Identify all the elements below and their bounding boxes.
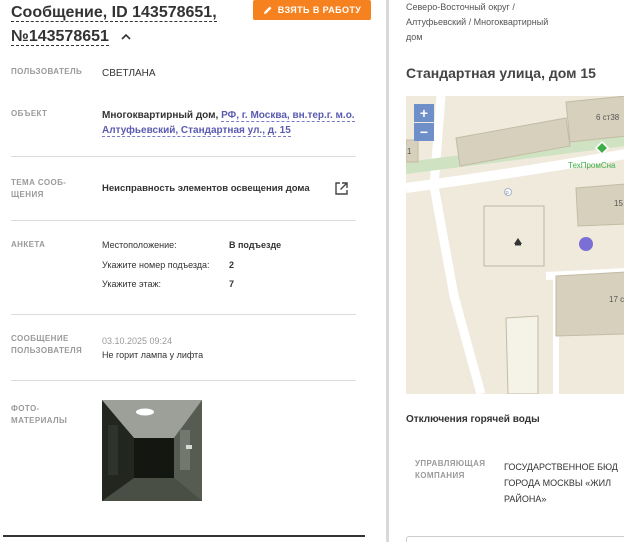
divider: [11, 220, 356, 221]
zoom-in-icon[interactable]: +: [414, 104, 434, 122]
survey-value-entrance: 2: [229, 260, 235, 270]
map[interactable]: 6 ст38 ТехПромСна 15 17 с 1 Р + −: [406, 96, 624, 394]
topic-value: Неисправность элементов освещения дома: [102, 183, 310, 194]
zoom-out-icon[interactable]: −: [414, 123, 434, 141]
survey-value-location: В подъезде: [229, 240, 282, 250]
message-panel: Сообщение, ID 143578651, №143578651 ВЗЯТ…: [0, 0, 386, 542]
divider: [11, 380, 356, 381]
address-title: Стандартная улица, дом 15: [406, 65, 596, 81]
map-marker-icon[interactable]: [579, 237, 593, 251]
survey-key-location: Местоположение:: [102, 240, 177, 250]
topic-label: ТЕМА СООБ- ЩЕНИЯ: [11, 177, 66, 201]
hot-water-title: Отключения горячей воды: [406, 414, 540, 425]
title-line-1[interactable]: Сообщение, ID 143578651,: [11, 4, 217, 22]
take-to-work-label: ВЗЯТЬ В РАБОТУ: [277, 5, 362, 15]
breadcrumb-line-1[interactable]: Северо-Восточный округ /: [406, 0, 606, 15]
external-link-icon[interactable]: [334, 181, 349, 196]
map-label-1: 1: [407, 147, 412, 156]
object-value: Многоквартирный дом, РФ, г. Москва, вн.т…: [102, 108, 362, 138]
management-company-value-line-1: ГОСУДАРСТВЕННОЕ БЮД: [504, 462, 618, 472]
divider: [11, 314, 356, 315]
management-company-label-line-2: КОМПАНИЯ: [415, 471, 465, 480]
topic-label-line-2: ЩЕНИЯ: [11, 190, 44, 199]
divider: [11, 156, 356, 157]
breadcrumb-line-2[interactable]: Алтуфьевский / Многоквартирный: [406, 15, 606, 30]
title-line-2[interactable]: №143578651: [11, 28, 109, 46]
photos-label: ФОТО- МАТЕРИАЛЫ: [11, 403, 67, 427]
survey-key-floor: Укажите этаж:: [102, 279, 161, 289]
user-value: СВЕТЛАНА: [102, 68, 156, 79]
corridor-photo: [102, 400, 202, 501]
user-message-label-line-1: СООБЩЕНИЕ: [11, 334, 69, 343]
management-company-value-line-3: РАЙОНА»: [504, 494, 547, 504]
map-label-17: 17 с: [609, 295, 624, 304]
management-company-label-line-1: УПРАВЛЯЮЩАЯ: [415, 459, 486, 468]
survey-value-floor: 7: [229, 279, 235, 289]
object-address-link-1[interactable]: РФ, г. Москва, вн.тер.г. м.о.: [221, 110, 355, 122]
object-panel: Северо-Восточный округ / Алтуфьевский / …: [389, 0, 624, 542]
object-label: ОБЪЕКТ: [11, 109, 48, 118]
user-message-date: 03.10.2025 09:24: [102, 336, 173, 346]
photos-label-line-1: ФОТО-: [11, 404, 40, 413]
user-message-label-line-2: ПОЛЬЗОВАТЕЛЯ: [11, 346, 83, 355]
photo-thumbnail[interactable]: [102, 400, 202, 501]
survey-label: АНКЕТА: [11, 240, 46, 249]
management-company-label: УПРАВЛЯЮЩАЯ КОМПАНИЯ: [415, 458, 485, 482]
object-type: Многоквартирный дом,: [102, 110, 219, 121]
user-label: ПОЛЬЗОВАТЕЛЬ: [11, 67, 83, 76]
bottom-divider: [3, 535, 365, 537]
bottom-field[interactable]: [406, 536, 624, 542]
management-company-value-line-2: ГОРОДА МОСКВЫ «ЖИЛ: [504, 478, 611, 488]
photos-label-line-2: МАТЕРИАЛЫ: [11, 416, 68, 425]
management-company-value: ГОСУДАРСТВЕННОЕ БЮД ГОРОДА МОСКВЫ «ЖИЛ Р…: [504, 459, 624, 507]
take-to-work-button[interactable]: ВЗЯТЬ В РАБОТУ: [253, 0, 371, 20]
topic-label-line-1: ТЕМА СООБ-: [11, 178, 67, 187]
breadcrumb: Северо-Восточный округ / Алтуфьевский / …: [406, 0, 606, 45]
survey-key-entrance: Укажите номер подъезда:: [102, 260, 210, 270]
object-address-link-2[interactable]: Алтуфьевский, Стандартная ул., д. 15: [102, 125, 291, 137]
pencil-icon: [263, 6, 272, 14]
map-label-6st: 6 ст38: [596, 113, 620, 122]
breadcrumb-line-3[interactable]: дом: [406, 30, 606, 45]
user-message-label: СООБЩЕНИЕ ПОЛЬЗОВАТЕЛЯ: [11, 333, 82, 357]
map-canvas: 6 ст38 ТехПромСна 15 17 с 1 Р: [406, 96, 624, 394]
chevron-up-icon[interactable]: [119, 31, 133, 43]
page-title: Сообщение, ID 143578651, №143578651: [11, 1, 217, 49]
user-message-text: Не горит лампа у лифта: [102, 350, 204, 360]
map-label-shop: ТехПромСна: [568, 161, 616, 170]
map-label-15: 15: [614, 199, 623, 208]
